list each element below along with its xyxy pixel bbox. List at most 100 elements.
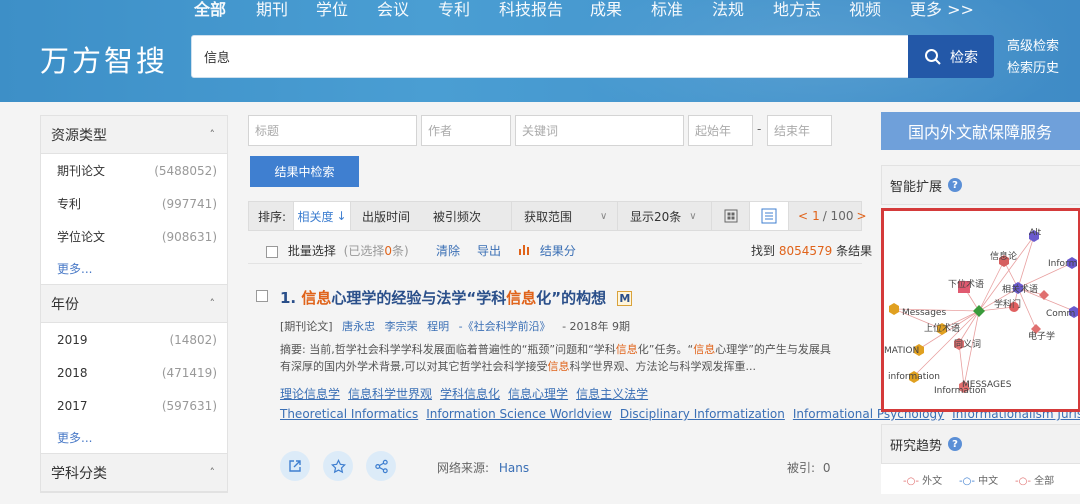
author-link[interactable]: 程明: [427, 320, 449, 333]
site-logo[interactable]: 万方智搜: [40, 38, 168, 80]
nav-item-degree[interactable]: 学位: [316, 0, 348, 20]
open-button[interactable]: [280, 451, 310, 481]
scope-dropdown[interactable]: 获取范围 ∨: [511, 202, 613, 230]
facet-item[interactable]: 期刊论文 (5488052): [41, 154, 227, 187]
graph-node-label[interactable]: 上位术语: [924, 322, 960, 334]
source-label: 网络来源:: [437, 461, 490, 475]
search-input[interactable]: [192, 36, 908, 77]
per-page-dropdown[interactable]: 显示20条 ∨: [617, 202, 709, 230]
keyword-link[interactable]: 信息科学世界观: [348, 387, 432, 401]
journal-link[interactable]: -《社会科学前沿》: [459, 320, 551, 333]
facet-item-count: (471419): [161, 365, 217, 380]
export-button[interactable]: 导出: [477, 242, 501, 259]
literature-service-banner[interactable]: 国内外文献保障服务: [881, 112, 1080, 150]
clear-button[interactable]: 清除: [436, 242, 460, 259]
chevron-up-icon[interactable]: ˄: [210, 297, 216, 310]
graph-node-label[interactable]: Comm: [1046, 309, 1075, 319]
nav-item-tech-report[interactable]: 科技报告: [499, 0, 563, 20]
page-prev-button[interactable]: <: [798, 209, 808, 223]
chevron-down-icon: ∨: [689, 210, 697, 222]
end-year-input[interactable]: 结束年: [767, 115, 832, 146]
graph-node-label[interactable]: 信息论: [990, 250, 1017, 262]
keyword-link[interactable]: Disciplinary Informatization: [620, 407, 785, 421]
chevron-up-icon[interactable]: ˄: [210, 466, 216, 479]
legend-item-chinese[interactable]: -○- 中文: [959, 472, 998, 487]
facet-item-label: 2019: [57, 332, 88, 347]
nav-item-journal[interactable]: 期刊: [256, 0, 288, 20]
graph-node-label[interactable]: MATION: [884, 346, 919, 356]
graph-node-label[interactable]: MESSAGES: [962, 380, 1012, 390]
graph-node-label[interactable]: Messages: [902, 308, 946, 318]
share-button[interactable]: [366, 451, 396, 481]
graph-node-label[interactable]: Alt: [1029, 228, 1042, 238]
nav-item-video[interactable]: 视频: [849, 0, 881, 20]
graph-node-label[interactable]: 同义词: [954, 339, 981, 350]
help-icon[interactable]: ?: [948, 178, 963, 192]
result-title[interactable]: 1. 信息心理学的经验与法学“学科信息化”的构想 M: [280, 287, 633, 308]
nav-item-law[interactable]: 法规: [712, 0, 744, 20]
facet-header[interactable]: 资源类型 ˄: [41, 116, 227, 154]
graph-node-label[interactable]: 学科门: [994, 298, 1021, 310]
sort-relevance[interactable]: 相关度 ↓: [293, 202, 351, 230]
search-button[interactable]: 检索: [908, 35, 994, 78]
facet-more-link[interactable]: 更多...: [41, 422, 227, 453]
keyword-link[interactable]: 学科信息化: [440, 387, 500, 401]
abstract-text: 摘要: 当前,哲学社会科学学科发展面临着普遍性的“瓶颈”问题和“学科: [280, 343, 616, 356]
facet-more-link[interactable]: 更多...: [41, 253, 227, 284]
facet-header[interactable]: 年份 ˄: [41, 285, 227, 323]
chevron-up-icon[interactable]: ˄: [210, 128, 216, 141]
advanced-search-link[interactable]: 高级检索: [1007, 36, 1059, 58]
author-filter-input[interactable]: 作者: [421, 115, 511, 146]
graph-node-label[interactable]: information: [888, 372, 940, 382]
nav-item-all[interactable]: 全部: [194, 0, 226, 20]
sort-bar: 排序: 相关度 ↓ 出版时间 被引频次 获取范围 ∨ 显示20条 ∨ < 1 / 10…: [248, 201, 867, 231]
grid-view-button[interactable]: [711, 202, 749, 230]
keyword-link[interactable]: Information Science Worldview: [426, 407, 612, 421]
nav-item-standard[interactable]: 标准: [651, 0, 683, 20]
graph-node-label[interactable]: 下位术语: [948, 278, 984, 290]
start-year-input[interactable]: 起始年: [688, 115, 753, 146]
sort-pub-time[interactable]: 出版时间: [362, 202, 410, 230]
year-range-dash: -: [757, 122, 762, 136]
result-search-button[interactable]: 结果中检索: [250, 156, 359, 187]
facet-header[interactable]: 学科分类 ˄: [41, 454, 227, 492]
keyword-link[interactable]: 信息心理学: [508, 387, 568, 401]
legend-item-foreign[interactable]: -○- 外文: [903, 472, 942, 487]
page-next-button[interactable]: >: [856, 209, 866, 223]
title-filter-input[interactable]: 标题: [248, 115, 417, 146]
facet-item[interactable]: 学位论文 (908631): [41, 220, 227, 253]
nav-item-more[interactable]: 更多 >>: [910, 0, 974, 20]
nav-item-achievement[interactable]: 成果: [590, 0, 622, 20]
facet-item[interactable]: 专利 (997741): [41, 187, 227, 220]
metadata-badge-icon[interactable]: M: [617, 291, 633, 306]
sort-cited[interactable]: 被引频次: [433, 202, 481, 230]
author-link[interactable]: 唐永忠: [342, 320, 375, 333]
facet-item[interactable]: 2018 (471419): [41, 356, 227, 389]
search-history-link[interactable]: 检索历史: [1007, 58, 1059, 80]
source-value[interactable]: Hans: [499, 461, 529, 475]
facet-item-count: (597631): [161, 398, 217, 413]
nav-item-conference[interactable]: 会议: [377, 0, 409, 20]
keyword-link[interactable]: Theoretical Informatics: [280, 407, 418, 421]
keyword-link[interactable]: 理论信息学: [280, 387, 340, 401]
nav-item-local-chronicle[interactable]: 地方志: [773, 0, 821, 20]
facet-item[interactable]: 2017 (597631): [41, 389, 227, 422]
legend-item-all[interactable]: -○- 全部: [1015, 472, 1054, 487]
list-view-button[interactable]: [749, 202, 789, 230]
analyze-button[interactable]: 结果分: [518, 242, 576, 259]
keyword-link[interactable]: 信息主义法学: [576, 387, 648, 401]
favorite-button[interactable]: [323, 451, 353, 481]
batch-select-checkbox[interactable]: [266, 245, 278, 258]
result-checkbox[interactable]: [256, 290, 268, 302]
keyword-filter-input[interactable]: 关键词: [515, 115, 684, 146]
author-link[interactable]: 李宗荣: [385, 320, 418, 333]
nav-item-patent[interactable]: 专利: [438, 0, 470, 20]
knowledge-graph[interactable]: Alt 信息论 Inform 下位术语 相关术语 学科门 Messages Co…: [881, 208, 1080, 412]
help-icon[interactable]: ?: [948, 437, 963, 451]
star-icon: [330, 458, 346, 473]
graph-node-label[interactable]: 电子学: [1028, 330, 1055, 342]
batch-select[interactable]: 批量选择 (已选择0条): [266, 242, 409, 259]
graph-node-label[interactable]: Inform: [1048, 259, 1077, 269]
facet-item[interactable]: 2019 (14802): [41, 323, 227, 356]
graph-node-label[interactable]: 相关术语: [1002, 283, 1038, 295]
